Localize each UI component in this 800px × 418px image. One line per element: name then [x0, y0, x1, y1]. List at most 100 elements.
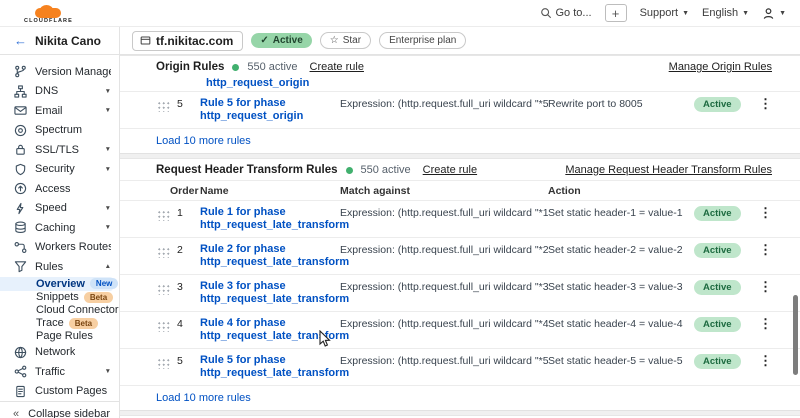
top-utility-bar: CLOUDFLARE Go to... + Support ▼ English …: [0, 0, 800, 27]
kebab-menu-icon[interactable]: ⋮: [750, 97, 772, 111]
sidebar-item-rules[interactable]: Rules▲: [0, 257, 119, 277]
rule-order: 1: [170, 206, 200, 219]
column-name: Name: [200, 185, 340, 197]
back-arrow-icon[interactable]: ←: [14, 33, 27, 48]
kebab-menu-icon[interactable]: ⋮: [750, 317, 772, 331]
status-badge: Active: [694, 317, 741, 332]
sidebar-item-version-management[interactable]: Version Management: [0, 62, 119, 82]
sidebar-subitem-trace[interactable]: TraceBeta: [0, 317, 119, 330]
account-menu[interactable]: ▼: [762, 7, 786, 20]
drag-handle-icon[interactable]: [156, 283, 170, 295]
chevron-down-icon: ▼: [105, 224, 111, 231]
section-title: Request Header Transform Rules: [156, 164, 338, 176]
create-rule-link[interactable]: Create rule: [310, 61, 364, 73]
rule-name-link[interactable]: http_request_origin: [206, 77, 772, 90]
kebab-menu-icon[interactable]: ⋮: [750, 243, 772, 257]
sidebar-subitem-label: Overview: [36, 278, 85, 290]
sidebar-item-security[interactable]: Security▼: [0, 160, 119, 180]
manage-request-header-transform-rules-link[interactable]: Manage Request Header Transform Rules: [565, 164, 772, 176]
drag-handle-icon[interactable]: [156, 320, 170, 332]
chevron-down-icon: ▼: [105, 88, 111, 95]
sidebar-item-label: Rules: [35, 261, 63, 273]
chevron-down-icon: ▼: [105, 205, 111, 212]
status-badge: Active: [694, 206, 741, 221]
sidebar-item-dns[interactable]: DNS▼: [0, 82, 119, 102]
load-more-rules-link[interactable]: Load 10 more rules: [120, 128, 800, 153]
account-name: Nikita Cano: [35, 34, 101, 48]
rule-action: Set static header-2 = value-2: [548, 243, 694, 256]
column-action: Action: [548, 185, 772, 197]
add-site-button[interactable]: +: [605, 4, 627, 22]
rule-name-link[interactable]: Rule 2 for phasehttp_request_late_transf…: [200, 243, 332, 269]
email-icon: [13, 104, 27, 118]
drag-handle-icon[interactable]: [156, 357, 170, 369]
ssl-tls-icon: [13, 143, 27, 157]
status-badge: Active: [694, 243, 741, 258]
sidebar-item-label: Caching: [35, 222, 75, 234]
rule-order: 5: [170, 97, 200, 110]
create-rule-link[interactable]: Create rule: [423, 164, 477, 176]
check-icon: ✓: [260, 35, 268, 46]
kebab-menu-icon[interactable]: ⋮: [750, 354, 772, 368]
kebab-menu-icon[interactable]: ⋮: [750, 206, 772, 220]
table-row: 1 Rule 1 for phasehttp_request_late_tran…: [120, 200, 800, 237]
load-more-rules-link[interactable]: Load 10 more rules: [120, 385, 800, 410]
rule-name-link[interactable]: Rule 5 for phasehttp_request_late_transf…: [200, 354, 332, 380]
sidebar-item-ssl-tls[interactable]: SSL/TLS▼: [0, 140, 119, 160]
sidebar-item-workers-routes[interactable]: Workers Routes: [0, 238, 119, 258]
active-dot-icon: [346, 167, 353, 174]
sidebar-item-spectrum[interactable]: Spectrum: [0, 121, 119, 141]
manage-origin-rules-link[interactable]: Manage Origin Rules: [669, 61, 772, 73]
sidebar-item-custom-pages[interactable]: Custom Pages: [0, 382, 119, 402]
sidebar-subitem-page-rules[interactable]: Page Rules: [0, 330, 119, 343]
sidebar: Version ManagementDNS▼Email▼SpectrumSSL/…: [0, 55, 120, 418]
goto-search[interactable]: Go to...: [540, 7, 592, 19]
collapse-sidebar-button[interactable]: «Collapse sidebar: [0, 401, 119, 418]
speed-icon: [13, 201, 27, 215]
beta-badge: Beta: [84, 292, 113, 303]
zone-header-bar: ← Nikita Cano tf.nikitac.com ✓Active ☆St…: [0, 27, 800, 55]
sidebar-subitem-label: Page Rules: [36, 330, 93, 342]
sidebar-item-speed[interactable]: Speed ▼: [0, 199, 119, 219]
zone-selector[interactable]: tf.nikitac.com: [132, 31, 243, 51]
sidebar-item-label: SSL/TLS: [35, 144, 79, 156]
sidebar-item-label: Version Management: [35, 66, 111, 78]
sidebar-item-access[interactable]: Access: [0, 179, 119, 199]
sidebar-item-traffic[interactable]: Traffic▼: [0, 362, 119, 382]
rule-name-link[interactable]: Rule 5 for phasehttp_request_origin: [200, 97, 332, 123]
table-row: 2 Rule 2 for phasehttp_request_late_tran…: [120, 237, 800, 274]
rule-match-expression: Expression: (http.request.full_uri wildc…: [340, 280, 548, 293]
zone-name: tf.nikitac.com: [156, 34, 233, 48]
logo-wordmark: CLOUDFLARE: [24, 19, 73, 25]
table-row: 5 Rule 5 for phasehttp_request_late_tran…: [120, 348, 800, 385]
status-badge: Active: [694, 97, 741, 112]
support-label: Support: [640, 7, 679, 19]
language-menu[interactable]: English ▼: [702, 7, 749, 19]
sidebar-item-label: Speed: [35, 202, 67, 214]
sidebar-subitem-overview[interactable]: OverviewNew: [0, 277, 113, 291]
sidebar-item-label: Custom Pages: [35, 385, 107, 397]
sidebar-subitem-cloud-connector[interactable]: Cloud ConnectorBeta: [0, 304, 119, 317]
vertical-scrollbar[interactable]: [793, 295, 798, 375]
sidebar-subitem-snippets[interactable]: SnippetsBeta: [0, 291, 119, 304]
sidebar-item-email[interactable]: Email▼: [0, 101, 119, 121]
table-row: 3 Rule 3 for phasehttp_request_late_tran…: [120, 274, 800, 311]
clipped-table-row: http_request_origin: [120, 77, 800, 91]
status-badge: Active: [694, 280, 741, 295]
cloudflare-cloud-icon: [31, 5, 65, 18]
rule-name-link[interactable]: Rule 1 for phasehttp_request_late_transf…: [200, 206, 332, 232]
drag-handle-icon[interactable]: [156, 100, 170, 112]
rule-name-link[interactable]: Rule 3 for phasehttp_request_late_transf…: [200, 280, 332, 306]
kebab-menu-icon[interactable]: ⋮: [750, 280, 772, 294]
star-button[interactable]: ☆Star: [320, 32, 371, 49]
drag-handle-icon[interactable]: [156, 246, 170, 258]
drag-handle-icon[interactable]: [156, 209, 170, 221]
sidebar-item-network[interactable]: Network: [0, 343, 119, 363]
sidebar-item-caching[interactable]: Caching ▼: [0, 218, 119, 238]
column-match-against: Match against: [340, 185, 548, 197]
support-menu[interactable]: Support ▼: [640, 7, 689, 19]
cloudflare-logo[interactable]: CLOUDFLARE: [24, 5, 73, 25]
rule-name-link[interactable]: Rule 4 for phasehttp_request_late_transf…: [200, 317, 332, 343]
star-icon: ☆: [330, 35, 339, 46]
cloudflare-dashboard: CLOUDFLARE Go to... + Support ▼ English …: [0, 0, 800, 418]
